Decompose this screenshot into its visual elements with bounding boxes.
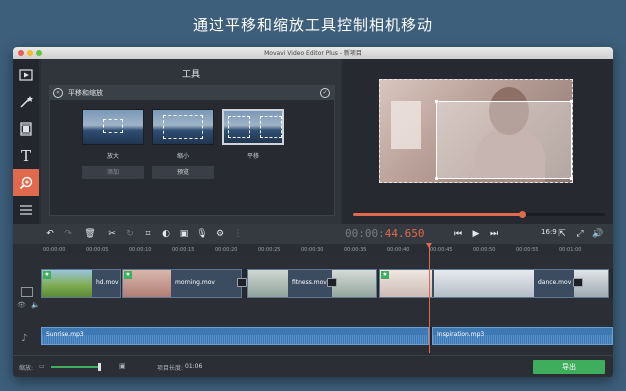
zoom-label: 缩放: — [19, 365, 34, 372]
zoom-knob[interactable] — [97, 363, 101, 371]
project-duration: 01:06 — [185, 363, 203, 370]
rotate-icon[interactable]: ↻ — [123, 227, 137, 241]
end-frame-box[interactable] — [435, 100, 573, 180]
section-title: 平移和缩放 — [68, 89, 103, 97]
audio-clip-label: Sunrise.mp3 — [46, 331, 84, 338]
more-tools-icon — [20, 204, 32, 215]
play-icon[interactable]: ▶ — [469, 227, 483, 241]
pan-label: 平移 — [246, 153, 259, 160]
marketing-headline: 通过平移和缩放工具控制相机移动 — [192, 16, 433, 34]
video-track-icon — [21, 287, 33, 297]
star-icon: ★ — [43, 271, 51, 279]
titles-icon: T — [20, 146, 31, 165]
redo-icon[interactable]: ↷ — [61, 227, 75, 241]
section-header: « 平移和缩放 ✓ — [50, 86, 334, 100]
zoom-in-label: 放大 — [106, 153, 119, 160]
clip-hd[interactable]: ★ hd.mov — [41, 269, 121, 298]
timeline-ruler[interactable]: 00:00:00 00:00:05 00:00:10 00:00:15 00:0… — [41, 245, 613, 255]
zoom-out-icon[interactable]: ▭ — [39, 363, 45, 370]
visibility-icon[interactable]: 👁 — [17, 301, 26, 309]
zoom-in-icon[interactable]: ▣ — [119, 362, 126, 370]
delete-icon[interactable]: 🗑 — [83, 227, 97, 241]
sidebar-item-filters[interactable] — [13, 88, 39, 115]
fullscreen-icon[interactable]: ⤢ — [573, 227, 587, 241]
timecode: 00:00:44.650 — [345, 227, 425, 240]
clip-label: morning.mov — [175, 279, 215, 286]
clip-label: dance.mov — [538, 279, 572, 286]
settings-gear-icon[interactable]: ⚙ — [213, 227, 227, 241]
magic-wand-icon — [20, 95, 33, 108]
tools-panel: 工具 « 平移和缩放 ✓ 放大 缩小 平移 添加 预览 — [41, 59, 341, 224]
detach-player-icon[interactable]: ⇱ — [555, 227, 569, 241]
sidebar-item-transitions[interactable] — [13, 115, 39, 142]
scrubber-progress — [353, 213, 522, 216]
color-adjust-icon[interactable]: ◐ — [159, 227, 173, 241]
apply-icon[interactable]: ✓ — [320, 88, 330, 98]
clip-fitness[interactable]: fitness.mov — [247, 269, 377, 298]
microphone-icon[interactable]: 🎙 — [195, 227, 209, 241]
audio-clip-label: Inspiration.mp3 — [437, 331, 485, 338]
zoom-out-label: 缩小 — [176, 153, 189, 160]
pan-thumbnail[interactable] — [222, 109, 284, 145]
timeline-playhead[interactable] — [426, 243, 432, 353]
duration-label: 项目长度: — [157, 365, 184, 372]
audio-clip-inspiration[interactable]: Inspiration.mp3 — [432, 327, 613, 345]
import-media-icon — [19, 68, 33, 81]
back-icon[interactable]: « — [53, 88, 63, 98]
add-button[interactable]: 添加 — [82, 166, 144, 179]
resize-handle[interactable] — [435, 100, 438, 103]
preview-button[interactable]: 预览 — [152, 166, 214, 179]
star-icon: ★ — [124, 271, 132, 279]
title-bar: Movavi Video Editor Plus - 新项目 — [13, 47, 613, 59]
volume-icon[interactable]: 🔊 — [591, 227, 605, 241]
pan-zoom-section: « 平移和缩放 ✓ 放大 缩小 平移 添加 预览 — [49, 85, 335, 216]
panel-title: 工具 — [181, 70, 200, 80]
playback-scrubber[interactable] — [353, 211, 605, 218]
app-window: Movavi Video Editor Plus - 新项目 T 工具 « 平移… — [13, 47, 613, 377]
image-icon[interactable]: ▣ — [177, 227, 191, 241]
film-filters-icon — [20, 121, 32, 136]
transition-icon[interactable] — [573, 278, 583, 287]
undo-icon[interactable]: ↶ — [43, 227, 57, 241]
track-headers: 👁 🔈 ♪ — [13, 255, 41, 355]
sidebar-item-import[interactable] — [13, 61, 39, 88]
music-note-icon: ♪ — [21, 333, 28, 344]
audio-track: Sunrise.mp3 Inspiration.mp3 — [41, 327, 613, 345]
skip-forward-icon[interactable]: ⏭ — [487, 227, 501, 241]
clip-label: hd.mov — [96, 279, 119, 286]
audio-clip-sunrise[interactable]: Sunrise.mp3 — [41, 327, 429, 345]
clip-label: fitness.mov — [292, 279, 327, 286]
equalizer-icon[interactable]: ⋮ — [231, 227, 245, 241]
resize-handle[interactable] — [570, 177, 573, 180]
status-bar: 缩放: ▭ ▣ 项目长度: 01:06 导出 — [13, 355, 613, 377]
tool-sidebar: T — [13, 59, 39, 224]
resize-handle[interactable] — [570, 100, 573, 103]
export-button[interactable]: 导出 — [533, 360, 605, 374]
video-track: ★ hd.mov ★ morning.mov fitness.mov ★ dan… — [41, 269, 613, 298]
crop-icon[interactable]: ⌗ — [141, 227, 155, 241]
timeline-zoom-slider[interactable] — [51, 363, 101, 371]
sidebar-item-titles[interactable]: T — [13, 142, 39, 169]
edit-toolbar: ↶ ↷ 🗑 ✂ ↻ ⌗ ◐ ▣ 🎙 ⚙ ⋮ 00:00:44.650 ⏮ ▶ ⏭… — [13, 224, 613, 244]
zoom-out-thumbnail[interactable] — [152, 109, 214, 145]
preview-player — [343, 59, 613, 224]
scrubber-knob[interactable] — [518, 211, 526, 218]
window-title: Movavi Video Editor Plus - 新项目 — [264, 50, 362, 57]
star-icon: ★ — [381, 271, 389, 279]
resize-handle[interactable] — [435, 177, 438, 180]
skip-back-icon[interactable]: ⏮ — [451, 227, 465, 241]
transition-icon[interactable] — [237, 278, 247, 287]
transition-icon[interactable] — [327, 278, 337, 287]
zoom-in-thumbnail[interactable] — [82, 109, 144, 145]
pan-zoom-icon — [19, 176, 33, 189]
clip-morning[interactable]: ★ morning.mov — [122, 269, 242, 298]
split-icon[interactable]: ✂ — [105, 227, 119, 241]
sidebar-item-more[interactable] — [13, 196, 39, 223]
mute-icon[interactable]: 🔈 — [31, 301, 40, 309]
sidebar-item-pan-zoom[interactable] — [13, 169, 39, 196]
